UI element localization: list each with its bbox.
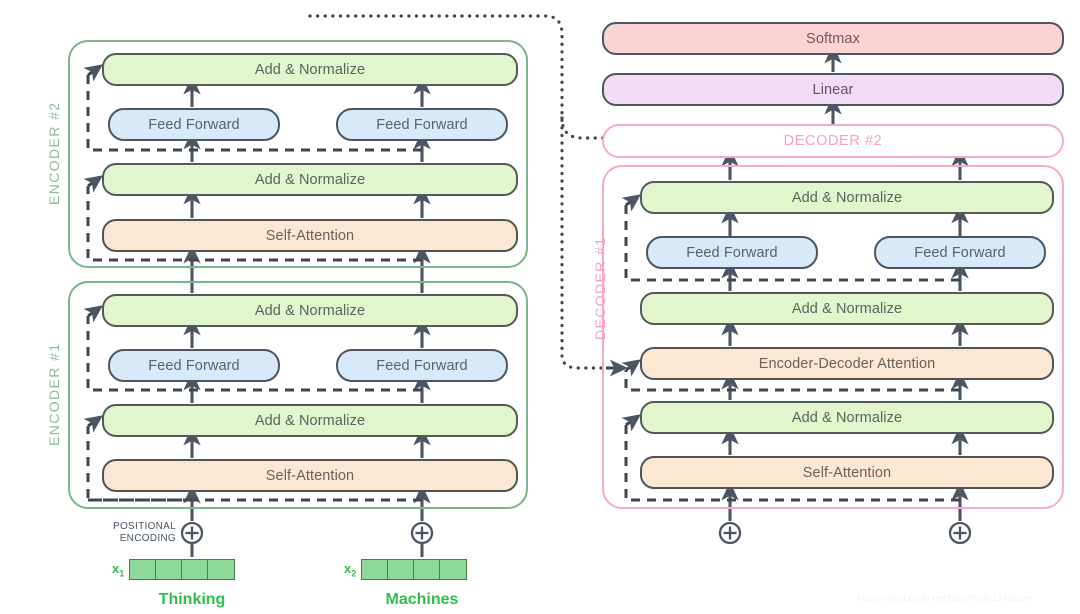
linear-block[interactable]: Linear <box>602 73 1064 106</box>
plus-stems <box>190 543 424 557</box>
encoder2-self-attention[interactable]: Self-Attention <box>102 219 518 252</box>
input-embedding-1: x1 <box>112 559 236 580</box>
encoder-1-label: ENCODER #1 <box>46 342 62 446</box>
embedding-cell <box>130 560 157 579</box>
encoder-2-label: ENCODER #2 <box>46 101 62 205</box>
decoder1-feed-forward-left[interactable]: Feed Forward <box>646 236 818 269</box>
positional-encoding-label: POSITIONAL ENCODING <box>98 521 176 545</box>
decoder1-add-normalize-top-label: Add & Normalize <box>791 189 903 206</box>
decoder1-feed-forward-right-label: Feed Forward <box>914 244 1006 261</box>
embedding-cell <box>414 560 441 579</box>
encoder2-add-normalize-bottom[interactable]: Add & Normalize <box>102 163 518 196</box>
decoder1-add-normalize-mid[interactable]: Add & Normalize <box>640 292 1054 325</box>
encoder2-add-normalize-top[interactable]: Add & Normalize <box>102 53 518 86</box>
encoder1-self-attention[interactable]: Self-Attention <box>102 459 518 492</box>
encoder2-feed-forward-left[interactable]: Feed Forward <box>108 108 280 141</box>
decoder1-add-normalize-bottom-label: Add & Normalize <box>791 409 903 426</box>
positional-encoding-line-2: ENCODING <box>119 533 176 544</box>
input-word-1: Thinking <box>158 591 226 608</box>
embedding-2-vector-label: x2 <box>344 560 357 579</box>
encoder1-add-normalize-top-label: Add & Normalize <box>254 302 366 319</box>
encoder1-feed-forward-right[interactable]: Feed Forward <box>336 349 508 382</box>
decoder1-feed-forward-right[interactable]: Feed Forward <box>874 236 1046 269</box>
watermark-text: https://blog.csdn.net/hanzhujie1245com <box>857 593 1033 604</box>
decoder-2-group[interactable]: DECODER #2 <box>602 124 1064 158</box>
encoder1-feed-forward-left[interactable]: Feed Forward <box>108 349 280 382</box>
decoder1-self-attention[interactable]: Self-Attention <box>640 456 1054 489</box>
embedding-1-vector-label: x1 <box>112 560 125 579</box>
embedding-cell <box>182 560 209 579</box>
embedding-cell <box>388 560 415 579</box>
linear-label: Linear <box>812 81 854 98</box>
encoder1-add-normalize-bottom[interactable]: Add & Normalize <box>102 404 518 437</box>
decoder1-add-normalize-top[interactable]: Add & Normalize <box>640 181 1054 214</box>
transformer-architecture-diagram: ENCODER #2 Add & Normalize Feed Forward … <box>0 0 1080 614</box>
encoder1-feed-forward-right-label: Feed Forward <box>376 357 468 374</box>
decoder-1-label: DECODER #1 <box>592 236 608 340</box>
decoder-2-label: DECODER #2 <box>783 133 883 149</box>
encoder1-feed-forward-left-label: Feed Forward <box>148 357 240 374</box>
decoder1-encoder-decoder-attention-label: Encoder-Decoder Attention <box>758 355 936 372</box>
encoder2-feed-forward-left-label: Feed Forward <box>148 116 240 133</box>
embedding-2-cells <box>361 559 468 580</box>
decoder1-encoder-decoder-attention[interactable]: Encoder-Decoder Attention <box>640 347 1054 380</box>
decoder1-self-attention-label: Self-Attention <box>802 464 892 481</box>
embedding-1-vector-index: 1 <box>119 568 125 579</box>
softmax-label: Softmax <box>806 30 860 47</box>
encoder2-feed-forward-right[interactable]: Feed Forward <box>336 108 508 141</box>
decoder1-feed-forward-left-label: Feed Forward <box>686 244 778 261</box>
encoder1-self-attention-label: Self-Attention <box>265 467 355 484</box>
input-word-2: Machines <box>385 591 459 608</box>
encoder2-add-normalize-bottom-label: Add & Normalize <box>254 171 366 188</box>
embedding-1-cells <box>129 559 236 580</box>
decoder1-add-normalize-mid-label: Add & Normalize <box>791 300 903 317</box>
embedding-cell <box>208 560 235 579</box>
embedding-cell <box>362 560 389 579</box>
encoder2-add-normalize-top-label: Add & Normalize <box>254 61 366 78</box>
encoder2-feed-forward-right-label: Feed Forward <box>376 116 468 133</box>
embedding-cell <box>440 560 467 579</box>
embedding-cell <box>156 560 183 579</box>
input-embedding-2: x2 <box>344 559 468 580</box>
positional-encoding-line-1: POSITIONAL <box>112 521 176 532</box>
positional-encoding-plus-circles <box>180 521 972 545</box>
encoder2-self-attention-label: Self-Attention <box>265 227 355 244</box>
plus-glyphs <box>185 526 967 540</box>
decoder1-add-normalize-bottom[interactable]: Add & Normalize <box>640 401 1054 434</box>
embedding-2-vector-index: 2 <box>351 568 357 579</box>
encoder1-add-normalize-bottom-label: Add & Normalize <box>254 412 366 429</box>
encoder1-add-normalize-top[interactable]: Add & Normalize <box>102 294 518 327</box>
softmax-block[interactable]: Softmax <box>602 22 1064 55</box>
